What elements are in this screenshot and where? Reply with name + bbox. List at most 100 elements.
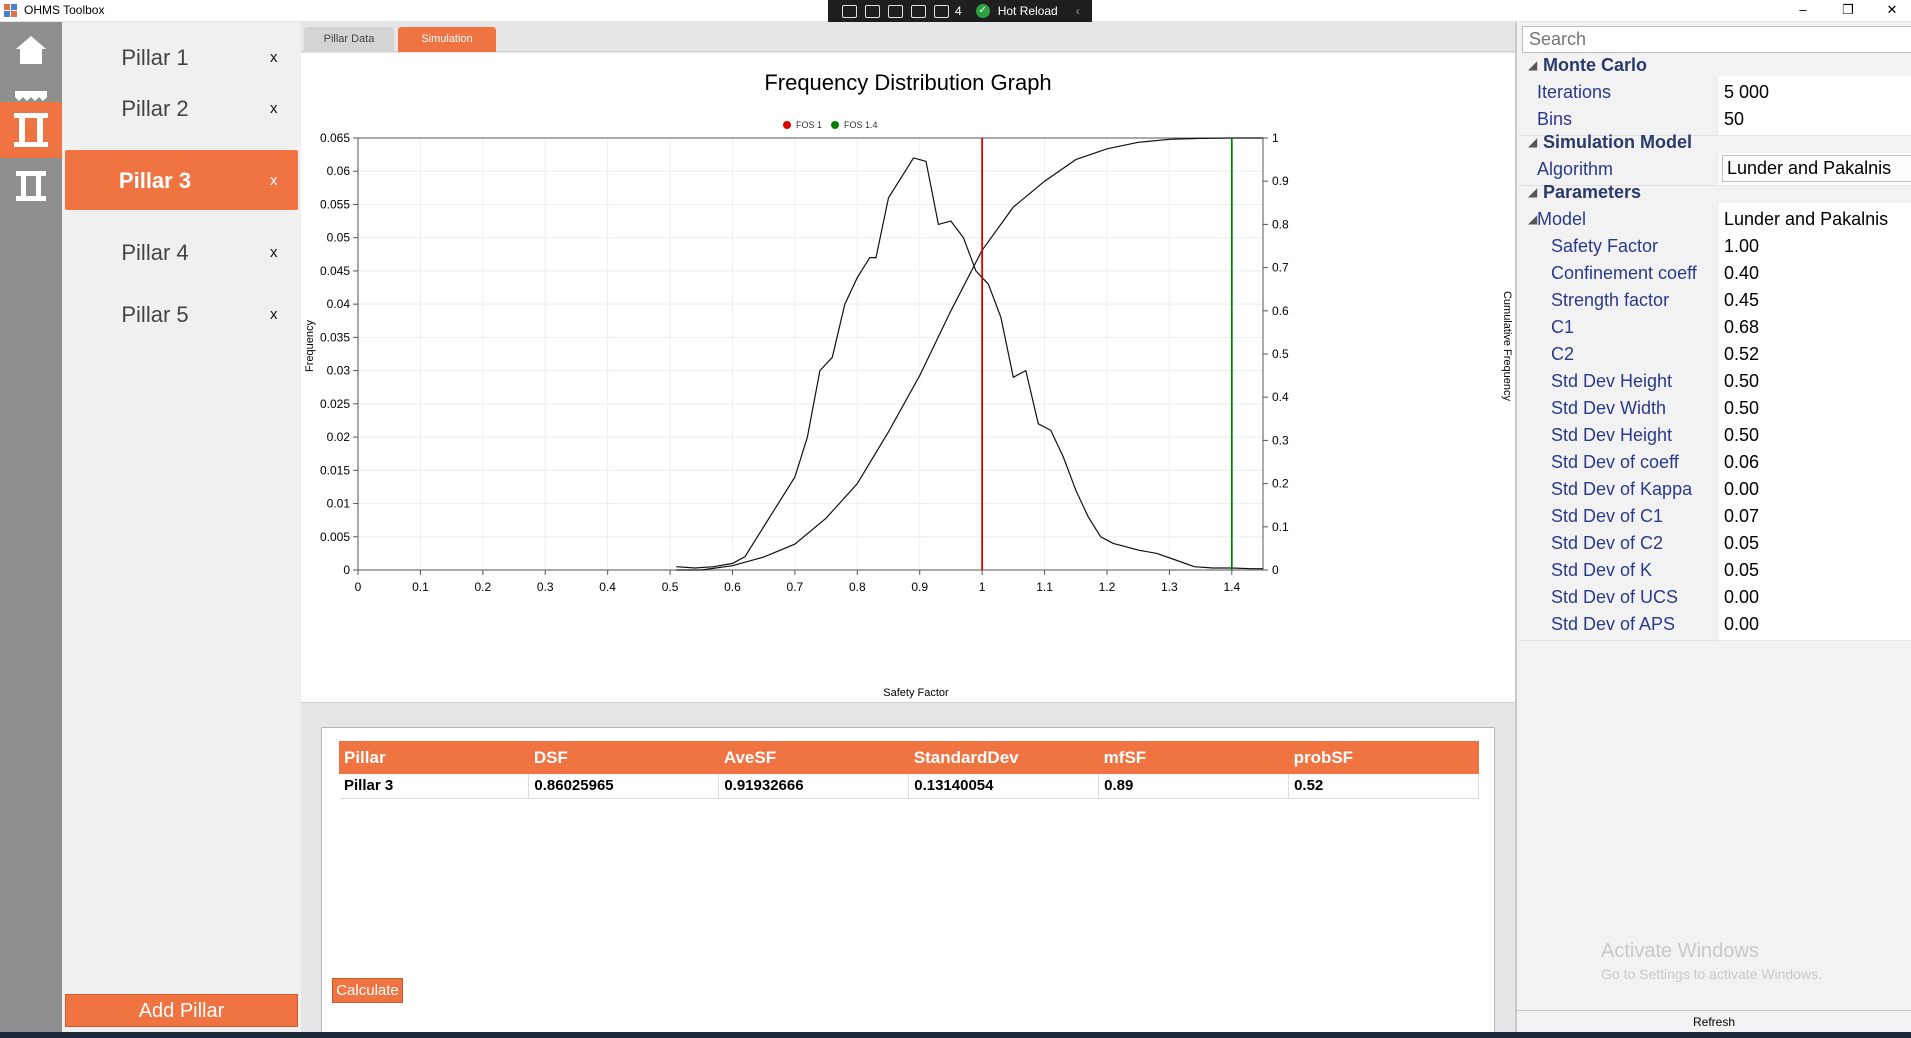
pillar-design-button[interactable] [0,102,62,158]
y2-axis-label: Cumulative Frequency [1501,291,1513,402]
grid-lines [357,137,1263,571]
x-tick-label: 0.6 [724,580,741,594]
pillar-item-2[interactable]: Pillar 2 x [65,78,298,138]
x-tick-label: 1.4 [1223,580,1240,594]
property-category-label: Monte Carlo [1543,55,1648,75]
y-tick-label: 0.05 [327,231,351,245]
y-tick-label: 0.06 [327,164,351,178]
tab-pillar-data[interactable]: Pillar Data [304,27,394,52]
refresh-button[interactable]: Refresh [1517,1010,1911,1032]
cell-pillar: Pillar 3 [339,774,530,799]
property-category-label: Parameters [1543,182,1642,202]
y2-tick-label: 0.2 [1272,477,1289,491]
debug-toolbar: 4 ✓ Hot Reload ‹ [828,0,1092,22]
pillar-icon [14,113,48,147]
pillar-analysis-button[interactable] [0,158,62,214]
close-pillar-button[interactable]: x [270,244,278,261]
collapse-triangle-icon[interactable]: ◢ [1528,212,1537,226]
pillar-item-label: Pillar 3 [118,168,192,193]
cell-probsf: 0.52 [1288,774,1479,799]
close-pillar-button[interactable]: x [270,100,278,117]
app-title: OHMS Toolbox [24,3,105,17]
collapse-triangle-icon[interactable]: ◢ [1528,58,1537,72]
cell-mfsf: 0.89 [1098,774,1290,799]
column-header-probsf[interactable]: probSF [1288,741,1479,774]
x-tick-label: 0.5 [662,580,679,594]
close-window-button[interactable]: ✕ [1872,2,1911,18]
x-tick-label: 0.3 [537,580,554,594]
results-panel: Pillar DSF AveSF StandardDev mfSF probSF… [321,727,1495,1033]
close-pillar-button[interactable]: x [270,306,278,323]
pillar-item-3[interactable]: Pillar 3 x [65,150,298,210]
x-tick-label: 0.1 [412,580,429,594]
chart-title: Frequency Distribution Graph [764,70,1051,95]
track-focus-icon[interactable] [911,4,926,18]
property-name: Std Dev of APS [1519,608,1718,641]
y-tick-label: 0.035 [320,330,350,344]
home-button[interactable] [0,22,62,78]
column-header-pillar[interactable]: Pillar [339,741,529,774]
table-row[interactable]: Pillar 3 0.86025965 0.91932666 0.1314005… [339,774,1479,799]
y2-tick-label: 0.7 [1272,261,1289,275]
column-header-dsf[interactable]: DSF [528,741,719,774]
hot-reload-check-icon: ✓ [975,4,990,18]
app-logo-icon [4,4,17,17]
x-axis-label: Safety Factor [883,687,949,699]
binding-failures-icon[interactable] [934,4,949,18]
collapse-toolbar-icon[interactable]: ‹ [1076,4,1080,18]
pillar-item-label: Pillar 4 [121,240,189,265]
column-header-avesf[interactable]: AveSF [718,741,909,774]
y-tick-label: 0.025 [320,397,350,411]
pillar-list-panel: Pillar 1 x Pillar 2 x Pillar 3 x Pillar … [62,22,301,1032]
x-tick-label: 0.7 [787,580,804,594]
property-row[interactable]: Std Dev of APS 0.00 [1519,608,1911,641]
live-tree-icon[interactable] [842,4,857,18]
y2-tick-label: 0.1 [1272,520,1289,534]
y2-tick-label: 0.5 [1272,347,1289,361]
property-category-label: Simulation Model [1543,132,1693,152]
collapse-triangle-icon[interactable]: ◢ [1528,135,1537,149]
close-pillar-button[interactable]: x [270,49,278,66]
calculate-button[interactable]: Calculate [332,978,403,1003]
cumulative-frequency-series-line [676,137,1263,571]
close-pillar-button[interactable]: x [270,172,278,189]
y-tick-label: 0.03 [327,364,351,378]
x-tick-label: 0 [355,580,362,594]
pillar-item-4[interactable]: Pillar 4 x [65,222,298,282]
y2-tick-label: 0.8 [1272,217,1289,231]
title-bar: OHMS Toolbox 4 ✓ Hot Reload ‹ – ❐ ✕ [0,0,1911,22]
activation-watermark-subtitle: Go to Settings to activate Windows. [1601,966,1822,982]
add-pillar-button[interactable]: Add Pillar [65,994,298,1027]
y2-tick-label: 1 [1272,131,1279,145]
y-tick-label: 0 [343,563,350,577]
y2-tick-label: 0.9 [1272,174,1289,188]
pillar-item-label: Pillar 5 [121,302,189,327]
legend-label: FOS 1 [796,120,822,130]
y-tick-label: 0.015 [320,463,350,477]
display-adorners-icon[interactable] [888,4,903,18]
x-tick-label: 0.2 [474,580,491,594]
pillar-item-5[interactable]: Pillar 5 x [65,284,298,344]
taskbar-edge [0,1032,1911,1038]
y2-tick-label: 0 [1272,563,1279,577]
property-search-input[interactable] [1522,26,1911,53]
column-header-mfsf[interactable]: mfSF [1098,741,1289,774]
collapse-triangle-icon[interactable]: ◢ [1528,185,1537,199]
frequency-series-line [676,157,1263,570]
column-header-standarddev[interactable]: StandardDev [908,741,1099,774]
minimize-button[interactable]: – [1783,2,1823,17]
home-icon [16,36,46,64]
hot-reload-label[interactable]: Hot Reload [998,4,1058,18]
chart-legend: FOS 1 FOS 1.4 [783,120,878,130]
axes: 0 0.1 0.2 0.3 0.4 0.5 0.6 0.7 0.8 0.9 1 1.1 1.2 1.3 1.… [320,131,1289,594]
y-tick-label: 0.045 [320,264,350,278]
tab-simulation[interactable]: Simulation [398,27,496,52]
algorithm-select[interactable]: Lunder and Pakalnis [1722,155,1911,182]
y-axis-label: Frequency [304,320,316,372]
select-element-icon[interactable] [865,4,880,18]
property-value[interactable]: 0.00 [1719,608,1911,641]
restore-button[interactable]: ❐ [1828,2,1868,18]
property-grid: ◢Monte CarloIterations5 000Bins50◢Simula… [1515,22,1911,1032]
x-tick-label: 0.9 [911,580,928,594]
app-window: OHMS Toolbox 4 ✓ Hot Reload ‹ – ❐ ✕ Pill… [0,0,1911,1038]
